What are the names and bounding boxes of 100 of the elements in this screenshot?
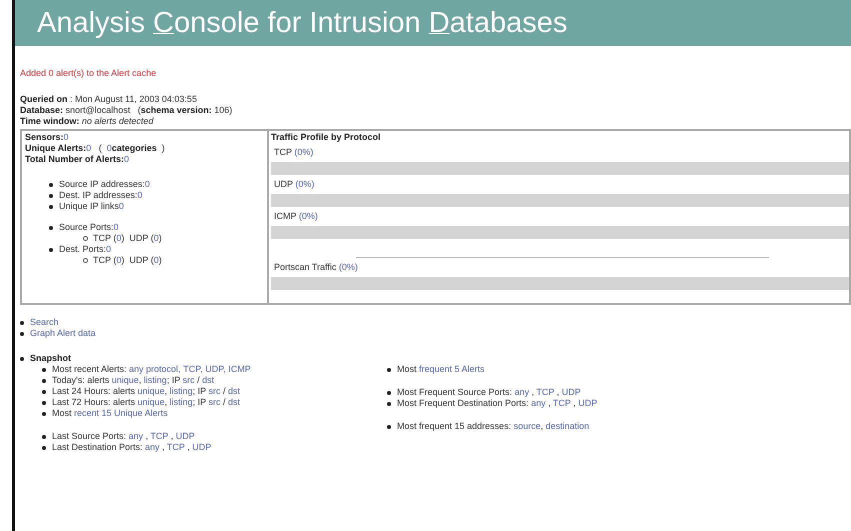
- bullet-icon: [42, 401, 46, 405]
- bullet-icon: [83, 258, 88, 264]
- bullet-icon: [387, 425, 391, 429]
- bullet-icon: [20, 321, 24, 325]
- link[interactable]: UDP: [192, 442, 212, 452]
- link[interactable]: any: [514, 387, 530, 397]
- link[interactable]: 0: [106, 244, 112, 254]
- link[interactable]: 0: [86, 143, 92, 153]
- link[interactable]: (0%): [295, 179, 314, 189]
- bullet-icon: [49, 226, 53, 230]
- bullet-icon: [42, 390, 46, 394]
- info-line: Database: snort@localhost (schema version: 106): [20, 105, 232, 115]
- protocol-label: Portscan Traffic: [274, 262, 336, 272]
- link[interactable]: TCP: [166, 442, 185, 452]
- bullet-icon: [42, 446, 46, 450]
- list-item: Last Destination Ports: any , TCP , UDP: [52, 442, 212, 452]
- list-item: Source IP addresses:0: [59, 179, 150, 189]
- bullet-icon: [42, 379, 46, 383]
- link[interactable]: listing: [170, 386, 193, 396]
- bullet-icon: [20, 357, 24, 361]
- list-item: Most recent Alerts: any protocol, TCP, UDP, ICMP: [52, 364, 251, 374]
- link[interactable]: Graph Alert data: [30, 328, 96, 338]
- list-item: Most frequent 15 addresses: source, destination: [397, 421, 590, 431]
- link[interactable]: 0: [106, 143, 112, 153]
- link[interactable]: dst: [228, 386, 240, 396]
- bullet-icon: [42, 368, 46, 372]
- info-line: Queried on : Mon August 11, 2003 04:03:55: [20, 94, 197, 104]
- link[interactable]: 0: [124, 154, 130, 164]
- link[interactable]: 0: [118, 201, 124, 211]
- protocol-label: ICMP: [274, 211, 296, 221]
- bullet-icon: [83, 236, 88, 242]
- bullet-icon: [49, 194, 53, 198]
- bullet-icon: [387, 368, 391, 372]
- link[interactable]: UDP: [562, 387, 581, 397]
- link[interactable]: TCP: [552, 398, 571, 408]
- link[interactable]: destination: [546, 421, 590, 431]
- list-item: Today's: alerts unique, listing; IP src / dst: [52, 375, 214, 385]
- link[interactable]: TCP: [536, 387, 554, 397]
- section-heading: Snapshot: [30, 353, 72, 363]
- list-item: TCP (0) UDP (0): [93, 255, 162, 265]
- section-heading: Traffic Profile by Protocol: [271, 132, 382, 143]
- link[interactable]: any: [145, 442, 160, 452]
- link[interactable]: 0: [64, 132, 69, 142]
- link[interactable]: unique: [138, 397, 165, 407]
- bullet-icon: [42, 435, 46, 439]
- bullet-icon: [49, 248, 53, 252]
- link[interactable]: frequent 5 Alerts: [419, 364, 485, 374]
- link[interactable]: 0: [144, 179, 150, 189]
- link[interactable]: 0: [114, 222, 119, 232]
- link[interactable]: 0: [116, 255, 122, 265]
- status-message: Added 0 alert(s) to the Alert cache: [20, 68, 158, 78]
- link[interactable]: src: [208, 397, 220, 407]
- link[interactable]: (0%): [294, 147, 314, 157]
- protocol-label: TCP: [274, 147, 292, 157]
- summary-line: Unique Alerts:0 ( 0categories ): [25, 143, 165, 153]
- list-item: Dest. Ports:0: [59, 244, 112, 254]
- bullet-icon: [20, 332, 24, 336]
- link[interactable]: 0: [154, 255, 159, 265]
- link[interactable]: TCP,: [183, 364, 203, 374]
- info-line: Time window: no alerts detected: [20, 116, 154, 126]
- link[interactable]: ICMP: [228, 364, 251, 374]
- link[interactable]: UDP: [176, 431, 195, 441]
- link[interactable]: src: [208, 386, 220, 396]
- link[interactable]: 0: [137, 190, 142, 200]
- link[interactable]: 0: [154, 233, 159, 243]
- list-item: Most Frequent Destination Ports: any , TCP , UDP: [397, 398, 598, 408]
- link[interactable]: source: [514, 421, 541, 431]
- list-item: Last 72 Hours: alerts unique, listing; IP src / dst: [52, 397, 240, 407]
- list-item: Most frequent 5 Alerts: [397, 364, 485, 374]
- link[interactable]: Search: [30, 317, 59, 327]
- list-item: Unique IP links0: [59, 201, 124, 211]
- link[interactable]: listing: [144, 375, 167, 385]
- link[interactable]: unique: [112, 375, 139, 385]
- link[interactable]: dst: [228, 397, 240, 407]
- list-item: Last Source Ports: any , TCP , UDP: [52, 431, 195, 441]
- bullet-icon: [49, 183, 53, 187]
- protocol-label: UDP: [274, 179, 293, 189]
- bullet-icon: [42, 412, 46, 416]
- link[interactable]: src: [182, 375, 195, 385]
- link[interactable]: (0%): [338, 262, 358, 272]
- list-item: Dest. IP addresses:0: [59, 190, 142, 200]
- list-item: TCP (0) UDP (0): [93, 233, 162, 243]
- link[interactable]: any protocol,: [129, 364, 181, 374]
- summary-line: Sensors:0: [25, 132, 69, 142]
- link[interactable]: UDP,: [205, 364, 226, 374]
- link[interactable]: (0%): [298, 211, 318, 221]
- link[interactable]: UDP: [578, 398, 598, 408]
- link[interactable]: 0: [116, 233, 122, 243]
- link[interactable]: any: [531, 398, 546, 408]
- link[interactable]: dst: [202, 375, 214, 385]
- list-item: Source Ports:0: [59, 222, 119, 232]
- link[interactable]: TCP: [150, 431, 168, 441]
- bullet-icon: [387, 391, 391, 395]
- link[interactable]: any: [128, 431, 144, 441]
- link[interactable]: recent 15 Unique Alerts: [74, 408, 168, 418]
- summary-line: Total Number of Alerts:0: [25, 154, 130, 164]
- link[interactable]: listing: [170, 397, 193, 407]
- list-item: Last 24 Hours: alerts unique, listing; IP src / dst: [52, 386, 240, 396]
- bullet-icon: [49, 205, 53, 209]
- link[interactable]: unique: [138, 386, 165, 396]
